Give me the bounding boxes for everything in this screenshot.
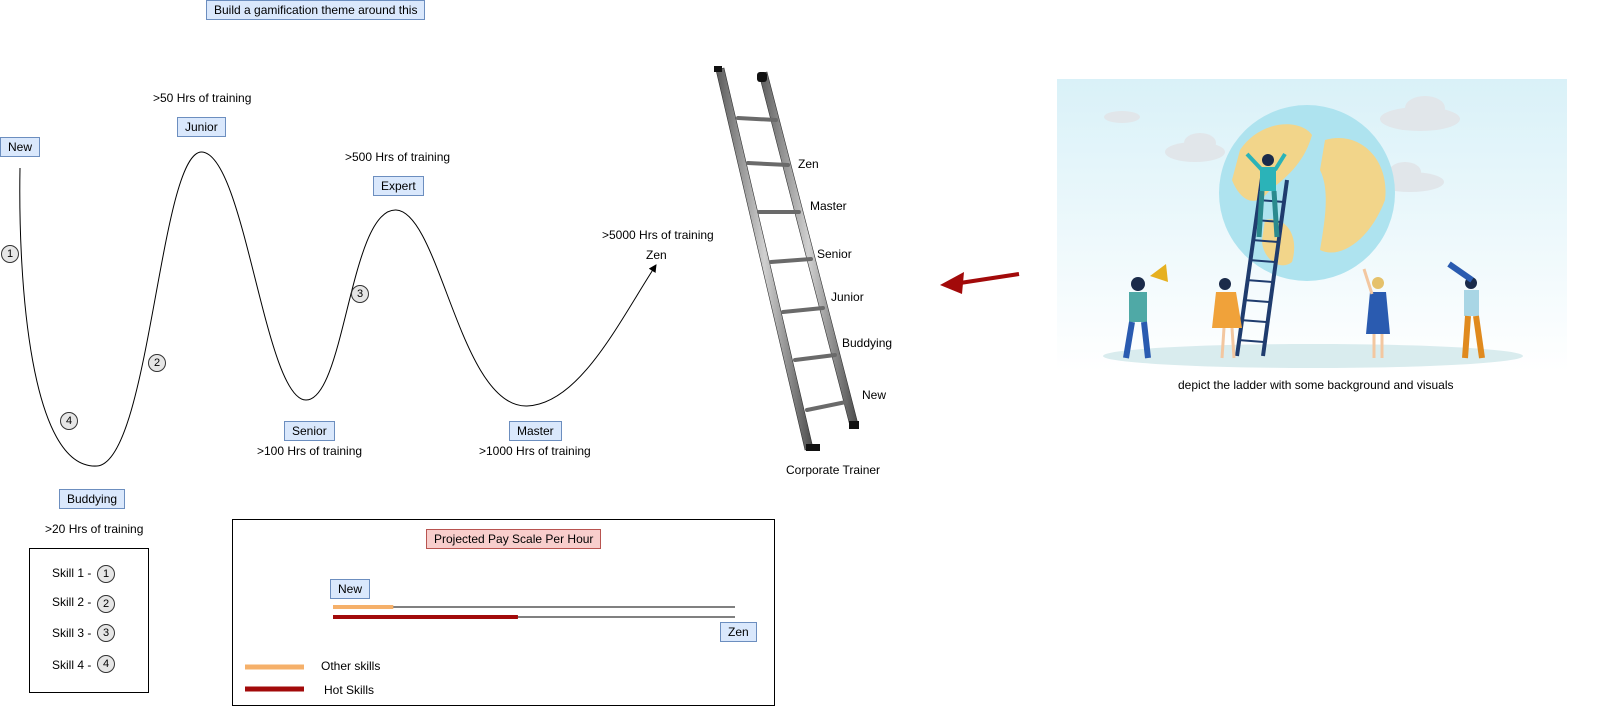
illustration-caption: depict the ladder with some background a…	[1178, 378, 1454, 392]
ladder-illustration	[1057, 79, 1567, 371]
